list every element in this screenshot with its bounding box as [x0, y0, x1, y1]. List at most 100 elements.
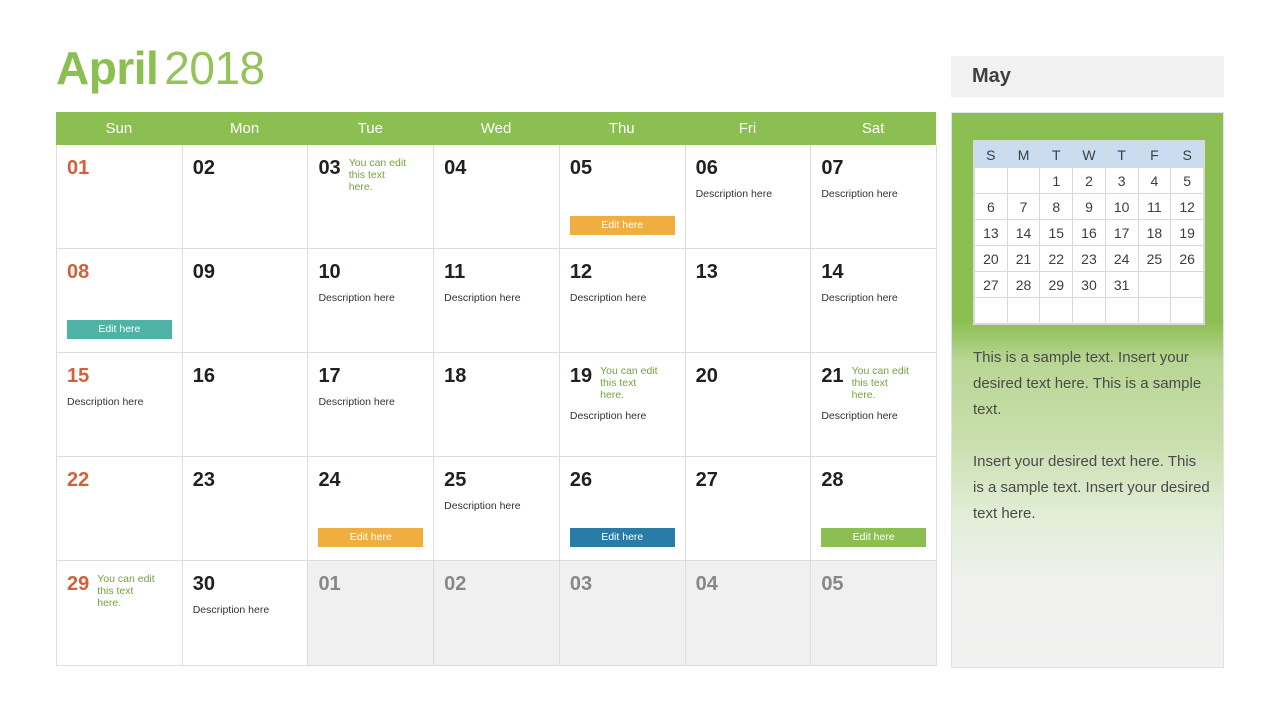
mini-calendar-day[interactable]	[974, 167, 1008, 194]
mini-calendar-day[interactable]: 3	[1104, 167, 1139, 194]
calendar-day-cell[interactable]: 18	[434, 353, 560, 457]
mini-calendar-day[interactable]: 21	[1006, 245, 1041, 272]
mini-calendar-day[interactable]: 17	[1104, 219, 1139, 246]
day-description[interactable]: Description here	[318, 396, 423, 409]
mini-calendar-day[interactable]	[1072, 297, 1106, 324]
calendar-day-cell[interactable]: 11 Description here	[434, 249, 560, 353]
mini-calendar-day[interactable]	[974, 297, 1008, 324]
calendar-day-cell[interactable]: 09	[182, 249, 309, 353]
mini-calendar-day[interactable]: 15	[1039, 219, 1074, 246]
mini-calendar-day[interactable]: 23	[1072, 245, 1106, 272]
mini-calendar-day[interactable]	[1170, 297, 1204, 324]
calendar-day-cell[interactable]: 23	[182, 457, 309, 561]
calendar-day-cell[interactable]: 15 Description here	[57, 353, 183, 457]
sidebar-paragraph[interactable]: Insert your desired text here. This is a…	[973, 449, 1211, 527]
day-note[interactable]: You can edit this text here.	[600, 365, 662, 401]
calendar-day-cell[interactable]: 29 You can edit this text here.	[57, 561, 183, 666]
mini-calendar-day[interactable]	[1170, 271, 1204, 298]
calendar-day-cell[interactable]: 24 Edit here	[308, 457, 435, 561]
mini-calendar-day[interactable]: 25	[1137, 245, 1172, 272]
calendar-day-cell[interactable]: 10 Description here	[308, 249, 435, 353]
calendar-day-cell[interactable]: 06 Description here	[685, 145, 812, 249]
calendar-day-cell[interactable]: 05 Edit here	[559, 145, 686, 249]
mini-calendar-day[interactable]: 24	[1104, 245, 1139, 272]
day-note[interactable]: You can edit this text here.	[349, 157, 411, 193]
calendar-day-cell[interactable]: 22	[57, 457, 183, 561]
day-note[interactable]: You can edit this text here.	[852, 365, 914, 401]
mini-calendar-day[interactable]: 14	[1006, 219, 1041, 246]
day-description[interactable]: Description here	[821, 188, 926, 201]
day-description[interactable]: Description here	[444, 500, 549, 513]
calendar-day-cell[interactable]: 16	[182, 353, 309, 457]
calendar-day-cell[interactable]: 13	[685, 249, 812, 353]
mini-calendar-day[interactable]: 26	[1170, 245, 1204, 272]
mini-calendar-day[interactable]: 18	[1137, 219, 1172, 246]
mini-calendar-day[interactable]	[1104, 297, 1139, 324]
calendar-day-cell[interactable]: 21 You can edit this text here. Descriptio…	[811, 353, 938, 457]
calendar-day-cell[interactable]: 20	[685, 353, 812, 457]
mini-calendar-day[interactable]: 16	[1072, 219, 1106, 246]
calendar-day-cell[interactable]: 04	[685, 561, 812, 666]
mini-calendar-day[interactable]: 31	[1104, 271, 1139, 298]
calendar-day-cell[interactable]: 03	[559, 561, 686, 666]
calendar-day-cell[interactable]: 28 Edit here	[811, 457, 938, 561]
calendar-day-cell[interactable]: 07 Description here	[811, 145, 938, 249]
calendar-day-cell[interactable]: 14 Description here	[811, 249, 938, 353]
calendar-day-cell[interactable]: 02	[182, 145, 309, 249]
sidebar-paragraph[interactable]: This is a sample text. Insert your desir…	[973, 345, 1211, 423]
calendar-day-cell[interactable]: 27	[685, 457, 812, 561]
day-note[interactable]: You can edit this text here.	[97, 573, 159, 609]
day-description[interactable]: Description here	[696, 188, 801, 201]
mini-calendar-day[interactable]	[1006, 297, 1041, 324]
calendar-day-cell[interactable]: 26 Edit here	[559, 457, 686, 561]
mini-calendar-day[interactable]: 27	[974, 271, 1008, 298]
calendar-day-cell[interactable]: 01	[308, 561, 435, 666]
day-description[interactable]: Description here	[821, 410, 926, 423]
mini-calendar-day[interactable]: 19	[1170, 219, 1204, 246]
calendar-day-cell[interactable]: 17 Description here	[308, 353, 435, 457]
calendar-day-cell[interactable]: 05	[811, 561, 938, 666]
mini-calendar-day[interactable]	[1039, 297, 1074, 324]
mini-calendar-day[interactable]: 7	[1006, 193, 1041, 220]
day-event-tag[interactable]: Edit here	[569, 528, 675, 547]
day-description[interactable]: Description here	[570, 410, 675, 423]
day-description[interactable]: Description here	[570, 292, 675, 305]
day-description[interactable]: Description here	[67, 396, 172, 409]
mini-calendar-day[interactable]: 5	[1170, 167, 1204, 194]
mini-calendar-day[interactable]: 8	[1039, 193, 1074, 220]
day-event-tag[interactable]: Edit here	[821, 528, 927, 547]
mini-calendar-day[interactable]: 20	[974, 245, 1008, 272]
mini-calendar-day[interactable]: 22	[1039, 245, 1074, 272]
day-event-tag[interactable]: Edit here	[569, 216, 675, 235]
mini-calendar-day[interactable]: 4	[1137, 167, 1172, 194]
mini-calendar-day[interactable]: 2	[1072, 167, 1106, 194]
mini-calendar-day[interactable]: 10	[1104, 193, 1139, 220]
day-event-tag[interactable]: Edit here	[318, 528, 424, 547]
mini-calendar-day[interactable]	[1006, 167, 1041, 194]
day-description[interactable]: Description here	[193, 604, 298, 617]
mini-calendar-day[interactable]: 29	[1039, 271, 1074, 298]
day-description[interactable]: Description here	[821, 292, 926, 305]
day-description[interactable]: Description here	[318, 292, 423, 305]
mini-calendar-day[interactable]	[1137, 297, 1172, 324]
mini-calendar-day[interactable]	[1137, 271, 1172, 298]
calendar-day-cell[interactable]: 08 Edit here	[57, 249, 183, 353]
day-description[interactable]: Description here	[444, 292, 549, 305]
calendar-day-cell[interactable]: 12 Description here	[559, 249, 686, 353]
mini-calendar-day[interactable]: 30	[1072, 271, 1106, 298]
calendar-day-cell[interactable]: 25 Description here	[434, 457, 560, 561]
calendar-day-cell[interactable]: 30 Description here	[182, 561, 309, 666]
mini-calendar-day[interactable]: 13	[974, 219, 1008, 246]
mini-calendar-day[interactable]: 1	[1039, 167, 1074, 194]
calendar-day-cell[interactable]: 02	[434, 561, 560, 666]
calendar-day-cell[interactable]: 04	[434, 145, 560, 249]
calendar-day-cell[interactable]: 19 You can edit this text here. Descriptio…	[559, 353, 686, 457]
mini-calendar-day[interactable]: 11	[1137, 193, 1172, 220]
mini-calendar-day[interactable]: 12	[1170, 193, 1204, 220]
mini-calendar-day[interactable]: 6	[974, 193, 1008, 220]
calendar-day-cell[interactable]: 01	[57, 145, 183, 249]
calendar-day-cell[interactable]: 03 You can edit this text here.	[308, 145, 435, 249]
day-event-tag[interactable]: Edit here	[67, 320, 172, 339]
mini-calendar-day[interactable]: 28	[1006, 271, 1041, 298]
mini-calendar-day[interactable]: 9	[1072, 193, 1106, 220]
